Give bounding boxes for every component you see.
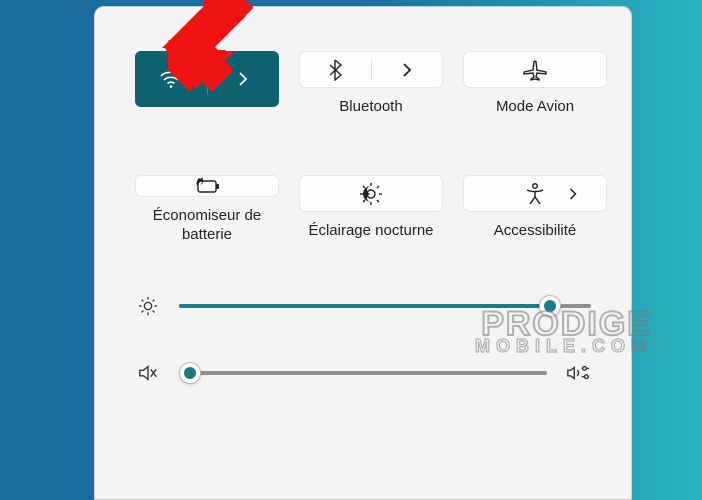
wifi-icon [159, 69, 183, 89]
accessibility-label: Accessibilité [463, 222, 607, 241]
wifi-tile[interactable] [135, 51, 279, 107]
brightness-thumb[interactable] [539, 295, 561, 317]
battery-saver-tile[interactable] [135, 175, 279, 197]
quick-settings-panel: Bluetooth Mode Avion Économiseur de batt… [94, 6, 632, 500]
wifi-tile-wrap [135, 51, 279, 117]
volume-row [135, 363, 591, 383]
wifi-toggle[interactable] [136, 52, 207, 106]
battery-saver-label: Économiseur de batterie [135, 207, 279, 245]
chevron-right-icon [237, 72, 249, 86]
accessibility-expand[interactable] [568, 188, 578, 200]
tiles-grid: Bluetooth Mode Avion Économiseur de batt… [135, 51, 591, 241]
bluetooth-expand[interactable] [372, 52, 443, 87]
brightness-fill [179, 304, 550, 308]
accessibility-tile-wrap: Accessibilité [463, 175, 607, 241]
bluetooth-tile[interactable] [299, 51, 443, 88]
accessibility-icon [524, 182, 546, 206]
airplane-tile-wrap: Mode Avion [463, 51, 607, 117]
bluetooth-icon [327, 59, 343, 81]
audio-output-button[interactable] [565, 363, 591, 383]
sliders-area [135, 295, 591, 383]
wifi-expand[interactable] [208, 52, 279, 106]
night-light-label: Éclairage nocturne [299, 222, 443, 241]
volume-mute-icon[interactable] [135, 363, 161, 383]
battery-saver-tile-wrap: Économiseur de batterie [135, 175, 279, 241]
battery-saver-icon [193, 176, 221, 196]
night-light-icon [359, 182, 383, 206]
audio-output-icon [566, 363, 590, 383]
bluetooth-toggle[interactable] [300, 52, 371, 87]
airplane-label: Mode Avion [463, 98, 607, 117]
night-light-tile-wrap: Éclairage nocturne [299, 175, 443, 241]
airplane-tile[interactable] [463, 51, 607, 88]
volume-thumb[interactable] [179, 362, 201, 384]
volume-slider[interactable] [179, 371, 547, 375]
brightness-row [135, 295, 591, 317]
bluetooth-tile-wrap: Bluetooth [299, 51, 443, 117]
chevron-right-icon [401, 63, 413, 77]
night-light-tile[interactable] [299, 175, 443, 212]
airplane-icon [522, 59, 548, 81]
accessibility-tile[interactable] [463, 175, 607, 212]
chevron-right-icon [568, 188, 578, 200]
bluetooth-label: Bluetooth [299, 98, 443, 117]
brightness-slider[interactable] [179, 304, 591, 308]
brightness-icon [135, 295, 161, 317]
